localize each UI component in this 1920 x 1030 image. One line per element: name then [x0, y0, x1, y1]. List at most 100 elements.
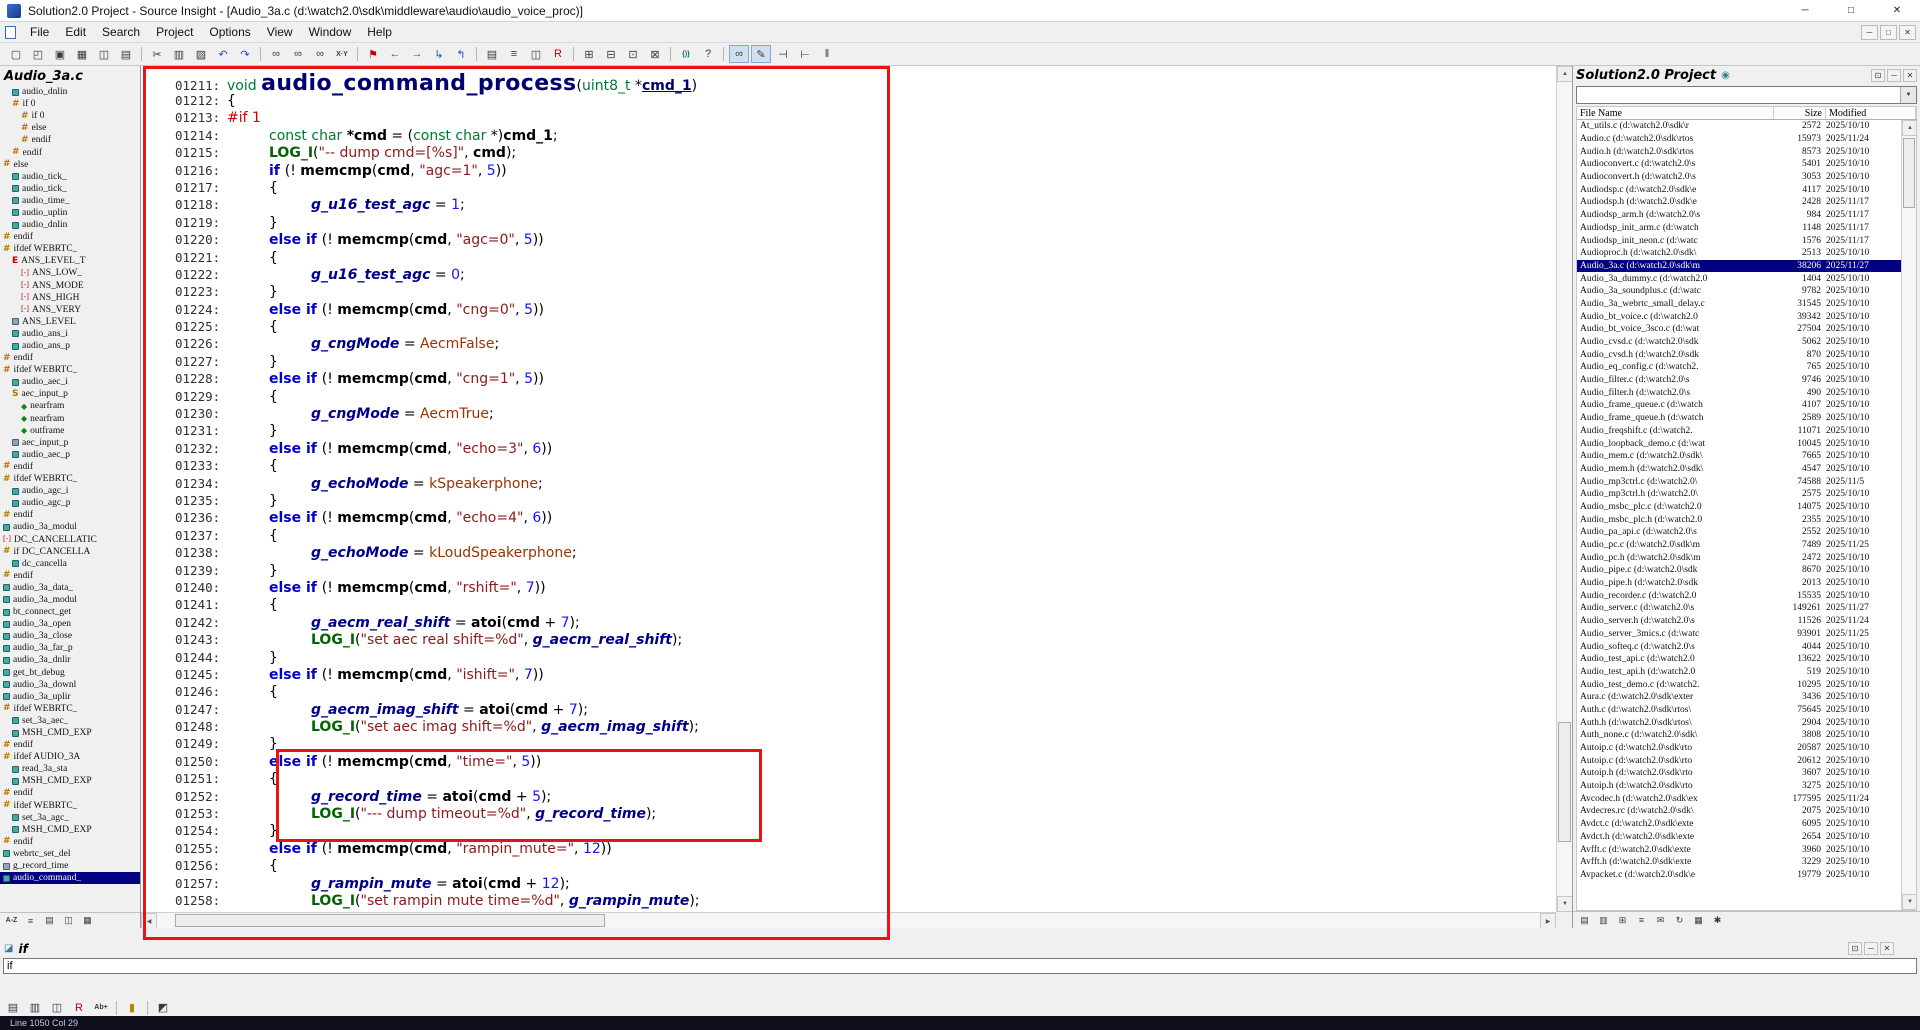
search-next-button[interactable]: ∞ [288, 45, 308, 63]
stop-flag-button[interactable]: ⚑ [363, 45, 383, 63]
symbol-item[interactable]: get_bt_debug [0, 667, 140, 679]
window-list-button[interactable]: ⊠ [645, 45, 665, 63]
symbol-item[interactable]: read_3a_sta [0, 763, 140, 775]
close-file-button[interactable]: ◫ [94, 45, 114, 63]
symbol-filter-button[interactable]: ◫ [60, 914, 77, 928]
code-line[interactable]: 01228:else if (! memcmp(cmd, "cng=1", 5)… [175, 371, 1554, 388]
symbol-item[interactable]: audio_tick_ [0, 171, 140, 183]
editor-hscrollbar[interactable]: ◀ ▶ [141, 912, 1556, 928]
code-line[interactable]: 01236:else if (! memcmp(cmd, "echo=4", 6… [175, 510, 1554, 527]
symbol-item[interactable]: [-]DC_CANCELLATIC [0, 533, 140, 545]
file-row[interactable]: Audio.h (d:\watch2.0\sdk\rtos85732025/10… [1577, 145, 1901, 158]
symbol-item[interactable]: MSH_CMD_EXP [0, 727, 140, 739]
compare-files-button[interactable]: ⊞ [579, 45, 599, 63]
symbol-item[interactable]: audio_3a_close [0, 630, 140, 642]
symbol-item[interactable]: #if 0 [0, 98, 140, 110]
go-back-button[interactable]: ← [385, 45, 405, 63]
symbol-item[interactable]: #if 0 [0, 110, 140, 122]
undo-button[interactable]: ↶ [213, 45, 233, 63]
symbol-list-button[interactable]: ▥ [25, 999, 45, 1017]
file-row[interactable]: Audio_server.c (d:\watch2.0\s1492612025/… [1577, 602, 1901, 615]
close-button[interactable]: ✕ [1874, 0, 1920, 22]
code-line[interactable]: 01219:} [175, 215, 1554, 232]
outdent-button[interactable]: ⊣ [773, 45, 793, 63]
icons-view-button[interactable]: ⊞ [1614, 913, 1631, 927]
symbol-item[interactable]: #else [0, 159, 140, 171]
symbol-item[interactable]: #ifdef WEBRTC_ [0, 243, 140, 255]
menu-options[interactable]: Options [201, 23, 258, 41]
file-row[interactable]: Audiodsp_init_arm.c (d:\watch11482025/11… [1577, 222, 1901, 235]
indent-button[interactable]: ⊢ [795, 45, 815, 63]
replace-text-button[interactable]: Ab+ [91, 999, 111, 1017]
panel-close-button[interactable]: ✕ [1903, 69, 1917, 82]
file-row[interactable]: Auth_none.c (d:\watch2.0\sdk\38082025/10… [1577, 729, 1901, 742]
scroll-up-button[interactable]: ▲ [1557, 66, 1573, 82]
symbol-item[interactable]: EANS_LEVEL_T [0, 255, 140, 267]
project-file-combo[interactable]: ▼ [1576, 86, 1917, 104]
code-line[interactable]: 01256:{ [175, 858, 1554, 875]
code-line[interactable]: 01217:{ [175, 180, 1554, 197]
scroll-down-button[interactable]: ▼ [1557, 896, 1573, 912]
symbol-item[interactable]: audio_dnlin [0, 219, 140, 231]
symbol-item[interactable]: audio_ans_i [0, 328, 140, 340]
properties-button[interactable]: ✱ [1709, 913, 1726, 927]
symbol-item[interactable]: webrtc_set_del [0, 848, 140, 860]
context-window-button[interactable]: ◫ [526, 45, 546, 63]
file-row[interactable]: Aura.c (d:\watch2.0\sdk\exter34362025/10… [1577, 691, 1901, 704]
symbol-item[interactable]: #endif [0, 352, 140, 364]
panel-close-button[interactable]: ✕ [1880, 942, 1894, 955]
code-line[interactable]: 01234:g_echoMode = kSpeakerphone; [175, 476, 1554, 493]
code-line[interactable]: 01225:{ [175, 319, 1554, 336]
symbol-item[interactable]: audio_3a_modul [0, 594, 140, 606]
panel-minimize-button[interactable]: ─ [1864, 942, 1878, 955]
file-row[interactable]: Audiodsp.c (d:\watch2.0\sdk\e41172025/10… [1577, 183, 1901, 196]
file-row[interactable]: Audio_3a_webrtc_small_delay.c315452025/1… [1577, 298, 1901, 311]
vscroll-thumb[interactable] [1558, 722, 1571, 842]
file-row[interactable]: At_utils.c (d:\watch2.0\sdk\r25722025/10… [1577, 120, 1901, 133]
code-line[interactable]: 01224:else if (! memcmp(cmd, "cng=0", 5)… [175, 302, 1554, 319]
code-line[interactable]: 01248:LOG_I("set aec imag shift=%d", g_a… [175, 719, 1554, 736]
refresh-button[interactable]: ↻ [1671, 913, 1688, 927]
menu-search[interactable]: Search [94, 23, 148, 41]
details-view-button[interactable]: ▥ [1595, 913, 1612, 927]
file-row[interactable]: Audiodsp_arm.h (d:\watch2.0\s9842025/11/… [1577, 209, 1901, 222]
file-row[interactable]: Audio_pc.c (d:\watch2.0\sdk\m74892025/11… [1577, 539, 1901, 552]
symbol-item[interactable]: #ifdef AUDIO_3A [0, 751, 140, 763]
file-row[interactable]: Audiodsp_init_neon.c (d:\watc15762025/11… [1577, 234, 1901, 247]
code-line[interactable]: 01247:g_aecm_imag_shift = atoi(cmd + 7); [175, 702, 1554, 719]
code-lines[interactable]: 01211:void audio_command_process(uint8_t… [175, 71, 1554, 910]
file-row[interactable]: Audiodsp.h (d:\watch2.0\sdk\e24282025/11… [1577, 196, 1901, 209]
symbol-item[interactable]: audio_agc_i [0, 485, 140, 497]
symbol-item[interactable]: set_3a_aec_ [0, 715, 140, 727]
window-select-button[interactable]: ▦ [79, 914, 96, 928]
file-row[interactable]: Audio_test_demo.c (d:\watch2.102952025/1… [1577, 678, 1901, 691]
symbol-item[interactable]: #ifdef WEBRTC_ [0, 703, 140, 715]
relation-window-button[interactable]: R [548, 45, 568, 63]
mdi-minimize-button[interactable]: ─ [1861, 25, 1878, 40]
code-line[interactable]: 01238:g_echoMode = kLoudSpeakerphone; [175, 545, 1554, 562]
symbol-item[interactable]: audio_3a_open [0, 618, 140, 630]
code-line[interactable]: 01220:else if (! memcmp(cmd, "agc=0", 5)… [175, 232, 1554, 249]
project-vscroll-track[interactable] [1902, 136, 1916, 894]
menu-view[interactable]: View [259, 23, 301, 41]
symbol-item[interactable]: #endif [0, 739, 140, 751]
file-row[interactable]: Audioconvert.c (d:\watch2.0\s54012025/10… [1577, 158, 1901, 171]
file-row[interactable]: Avfft.h (d:\watch2.0\sdk\exte32292025/10… [1577, 856, 1901, 869]
file-row[interactable]: Avdecres.rc (d:\watch2.0\sdk\20752025/10… [1577, 805, 1901, 818]
code-line[interactable]: 01216:if (! memcmp(cmd, "agc=1", 5)) [175, 163, 1554, 180]
file-row[interactable]: Avdct.c (d:\watch2.0\sdk\exte60952025/10… [1577, 818, 1901, 831]
help-pointer-button[interactable]: ? [698, 45, 718, 63]
file-row[interactable]: Audio_freqshift.c (d:\watch2.110712025/1… [1577, 425, 1901, 438]
file-row[interactable]: Audio_mem.h (d:\watch2.0\sdk\45472025/10… [1577, 463, 1901, 476]
symbol-item[interactable]: audio_3a_far_p [0, 642, 140, 654]
file-row[interactable]: Audio_bt_voice.c (d:\watch2.0393422025/1… [1577, 310, 1901, 323]
split-window-button[interactable]: ⊡ [623, 45, 643, 63]
symbol-item[interactable]: #else [0, 122, 140, 134]
panel-pin-button[interactable]: ⊡ [1871, 69, 1885, 82]
code-line[interactable]: 01222:g_u16_test_agc = 0; [175, 267, 1554, 284]
file-row[interactable]: Audio_pc.h (d:\watch2.0\sdk\m24722025/10… [1577, 551, 1901, 564]
symbol-item[interactable]: #ifdef WEBRTC_ [0, 800, 140, 812]
file-row[interactable]: Audio_filter.c (d:\watch2.0\s97462025/10… [1577, 374, 1901, 387]
symbol-item[interactable]: ◆nearfram [0, 400, 140, 412]
file-row[interactable]: Avfft.c (d:\watch2.0\sdk\exte39602025/10… [1577, 843, 1901, 856]
